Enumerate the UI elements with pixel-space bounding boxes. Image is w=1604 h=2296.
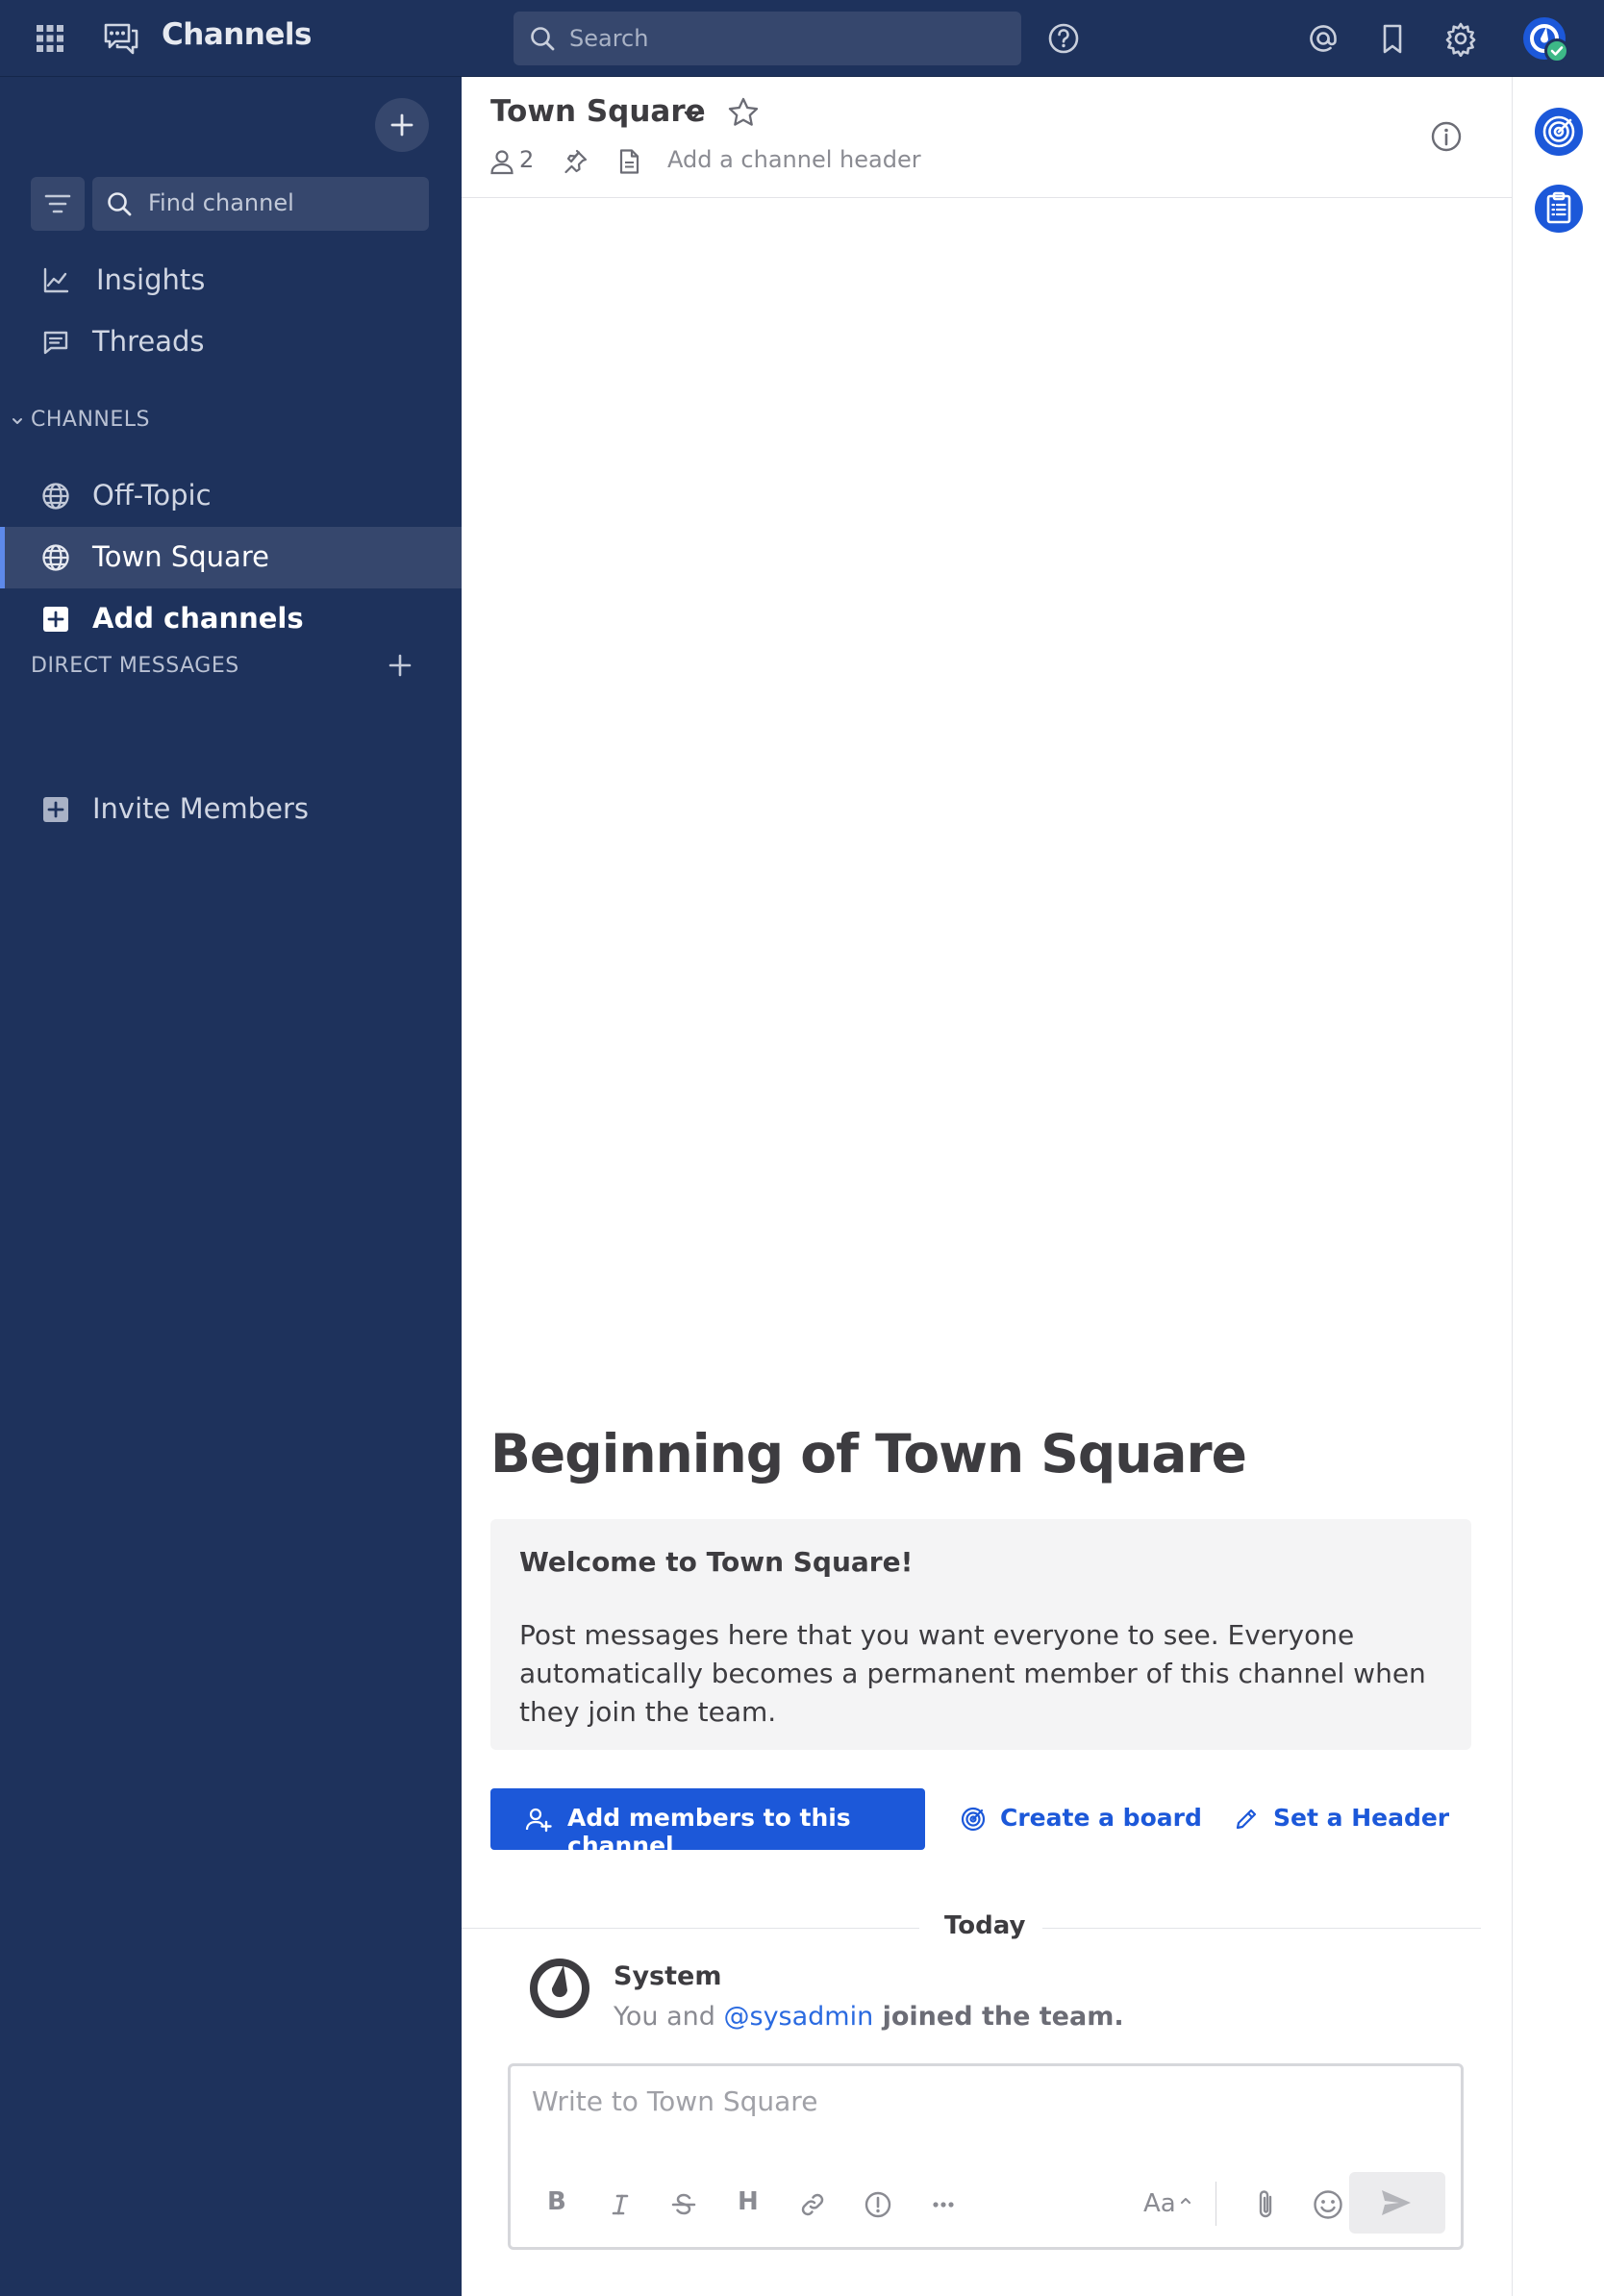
system-logo-icon (530, 1959, 589, 2018)
more-dots-icon[interactable] (928, 2189, 959, 2220)
sidebar-item-label: Invite Members (92, 792, 309, 825)
create-new-button[interactable] (375, 98, 429, 152)
boards-app-button[interactable] (1535, 185, 1583, 233)
saved-messages-bookmark-icon[interactable] (1375, 21, 1410, 56)
post-message-suffix: joined the team. (873, 2002, 1124, 2032)
add-direct-message-plus-icon[interactable] (385, 650, 415, 681)
plus-box-icon (43, 607, 68, 632)
channel-intro-welcome: Welcome to Town Square! (519, 1546, 914, 1578)
target-icon (1542, 115, 1575, 148)
filter-icon (44, 194, 71, 213)
system-post[interactable]: System You and @sysadmin joined the team… (527, 1956, 1489, 2052)
chart-line-icon (43, 267, 69, 293)
add-channels-button[interactable]: Add channels (0, 588, 462, 650)
post-message-prefix: You and (614, 2002, 724, 2032)
plus-box-icon (43, 797, 68, 822)
link-icon[interactable] (797, 2189, 828, 2220)
product-name[interactable]: Channels (162, 17, 312, 52)
formatting-toggle-button[interactable]: Aa (1143, 2189, 1176, 2218)
member-icon[interactable] (489, 148, 515, 175)
add-channel-header-link[interactable]: Add a channel header (667, 146, 921, 173)
sidebar-item-label: Add channels (92, 602, 304, 635)
search-input[interactable] (569, 21, 1002, 56)
chevron-down-icon[interactable] (681, 104, 704, 127)
channel-intro-title: Beginning of Town Square (490, 1423, 1247, 1485)
channels-product-icon (104, 23, 138, 55)
create-board-label: Create a board (1000, 1804, 1202, 1832)
search-icon (531, 27, 555, 51)
add-members-label: Add members to this channel (567, 1804, 851, 1859)
channels-section-header[interactable]: CHANNELS (31, 408, 150, 432)
files-document-icon[interactable] (615, 148, 642, 175)
filter-unreads-button[interactable] (31, 177, 85, 231)
sidebar-item-label: Insights (96, 263, 206, 296)
sidebar-item-insights[interactable]: Insights (0, 250, 462, 312)
user-mention-link[interactable]: @sysadmin (724, 2002, 874, 2032)
member-count[interactable]: 2 (519, 146, 534, 173)
global-header: Channels (0, 0, 1604, 77)
clipboard-list-icon (1546, 191, 1571, 224)
date-separator: Today (462, 1909, 1500, 1948)
plus-icon (390, 113, 414, 137)
set-header-button[interactable]: Set a Header (1233, 1788, 1449, 1850)
channel-title[interactable]: Town Square (490, 94, 706, 129)
pin-icon[interactable] (562, 148, 589, 175)
direct-messages-section-header[interactable]: DIRECT MESSAGES (31, 654, 239, 678)
favorite-star-icon[interactable] (727, 96, 760, 129)
date-separator-label: Today (944, 1911, 1026, 1940)
post-message: You and @sysadmin joined the team. (614, 2002, 1124, 2032)
globe-icon (42, 483, 69, 510)
playbooks-app-button[interactable] (1535, 108, 1583, 156)
app-bar (1512, 77, 1604, 2296)
send-button[interactable] (1349, 2172, 1445, 2234)
create-board-button[interactable]: Create a board (960, 1788, 1202, 1850)
help-icon[interactable] (1046, 21, 1081, 56)
channel-header: Town Square 2 Add a channel header (462, 77, 1512, 198)
send-icon (1382, 2190, 1411, 2215)
paperclip-attach-icon[interactable] (1249, 2187, 1282, 2222)
sidebar-item-threads[interactable]: Threads (0, 312, 462, 373)
online-status-icon (1544, 38, 1569, 63)
sidebar-item-off-topic[interactable]: Off-Topic (0, 465, 462, 527)
channel-intro-description: Post messages here that you want everyon… (519, 1619, 1426, 1728)
settings-gear-icon[interactable] (1442, 20, 1479, 57)
message-composer: B H Aa (508, 2063, 1464, 2250)
strikethrough-icon[interactable] (668, 2189, 699, 2220)
threads-icon (43, 331, 68, 355)
pencil-icon (1236, 1809, 1257, 1830)
sidebar-item-label: Town Square (92, 540, 269, 573)
chevron-down-icon[interactable] (10, 413, 25, 429)
sidebar-item-town-square[interactable]: Town Square (0, 527, 462, 588)
emoji-smile-icon[interactable] (1311, 2187, 1345, 2222)
find-channel-label: Find channel (148, 189, 294, 216)
sidebar-item-label: Threads (92, 325, 205, 358)
globe-icon (42, 544, 69, 571)
set-header-label: Set a Header (1273, 1804, 1450, 1832)
recent-mentions-at-icon[interactable] (1306, 21, 1341, 56)
channel-intro-card: Welcome to Town Square! Post messages he… (490, 1519, 1471, 1750)
product-menu-grid-icon[interactable] (35, 23, 65, 54)
find-channel-button[interactable]: Find channel (92, 177, 429, 231)
message-input[interactable] (532, 2085, 1436, 2134)
bold-button[interactable]: B (547, 2187, 566, 2216)
italic-icon[interactable] (605, 2189, 636, 2220)
channel-sidebar: Find channel Insights Threads CHANNELS O… (0, 77, 462, 2296)
invite-members-button[interactable]: Invite Members (0, 779, 462, 840)
target-icon (961, 1807, 986, 1832)
account-plus-icon (525, 1808, 552, 1833)
chevron-up-icon[interactable] (1178, 2193, 1193, 2209)
channel-info-icon[interactable] (1429, 119, 1464, 154)
search-box[interactable] (514, 12, 1021, 65)
sidebar-item-label: Off-Topic (92, 479, 212, 512)
search-icon (108, 192, 132, 216)
heading-button[interactable]: H (738, 2187, 759, 2216)
post-author[interactable]: System (614, 1961, 721, 1991)
add-members-button[interactable]: Add members to this channel (490, 1788, 925, 1859)
info-icon[interactable] (863, 2189, 893, 2220)
